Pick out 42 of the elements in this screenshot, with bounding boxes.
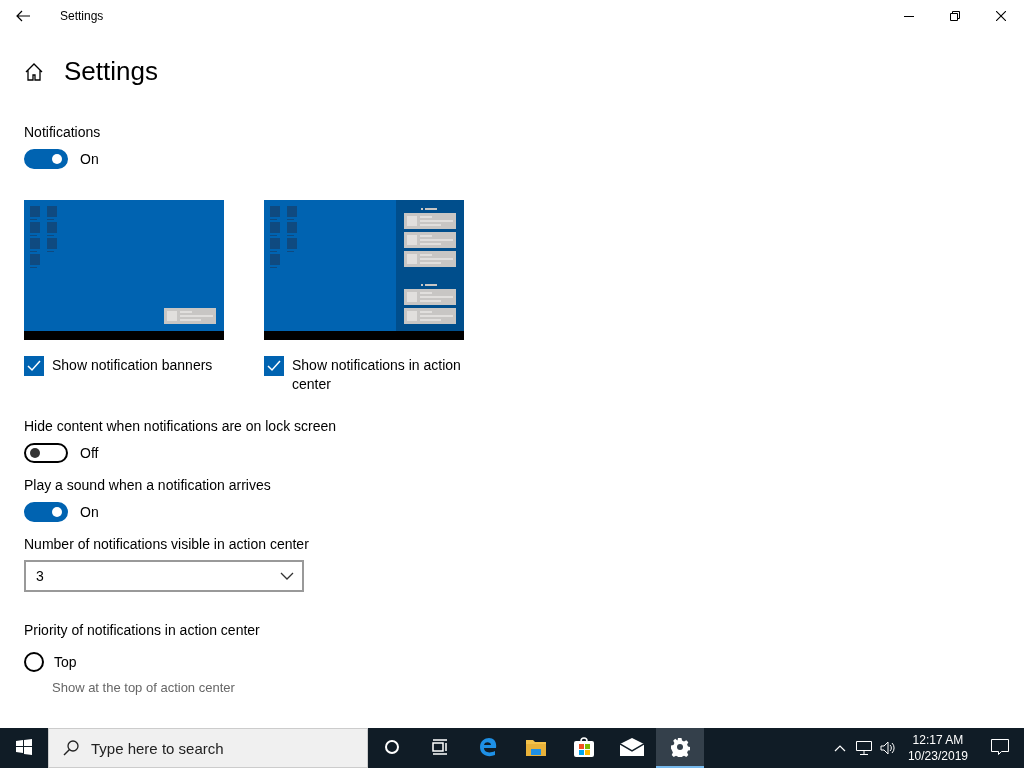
shopping-bag-icon bbox=[573, 736, 595, 758]
back-arrow-icon bbox=[16, 10, 30, 22]
count-dropdown[interactable]: 3 bbox=[24, 560, 304, 592]
window-title: Settings bbox=[60, 9, 104, 23]
browser-icon bbox=[478, 737, 498, 757]
search-icon bbox=[63, 740, 79, 756]
circle-icon bbox=[384, 739, 400, 755]
setting-label: Play a sound when a notification arrives bbox=[24, 477, 271, 493]
envelope-icon bbox=[620, 738, 644, 756]
chevron-down-icon bbox=[280, 572, 294, 580]
folder-icon bbox=[525, 737, 547, 757]
restore-icon bbox=[950, 11, 960, 21]
clock-time[interactable]: 12:17 AM bbox=[912, 732, 964, 748]
minimize-icon bbox=[904, 15, 914, 17]
search-field[interactable]: Type here to search bbox=[48, 728, 368, 768]
checkbox[interactable] bbox=[24, 356, 44, 376]
clock-date[interactable]: 10/23/2019 bbox=[907, 748, 968, 764]
toggle-state: Off bbox=[80, 445, 99, 461]
speech-bubble-icon bbox=[991, 739, 1009, 755]
task-view-icon bbox=[431, 739, 449, 755]
radio-label: Top bbox=[54, 654, 77, 670]
toggle-switch[interactable] bbox=[24, 443, 68, 463]
home-icon bbox=[24, 61, 44, 82]
setting-label: Notifications bbox=[24, 124, 101, 140]
taskbar-app[interactable] bbox=[656, 728, 704, 768]
setting-label: Hide content when notifications are on lock screen bbox=[24, 418, 337, 434]
home-button[interactable] bbox=[24, 61, 44, 82]
setting-label: Number of notifications visible in action center bbox=[24, 536, 309, 552]
radio-button[interactable] bbox=[24, 652, 44, 672]
checkbox[interactable] bbox=[264, 356, 284, 376]
page-title: Settings bbox=[64, 56, 158, 87]
toggle-state: On bbox=[80, 151, 99, 167]
toggle-switch[interactable] bbox=[24, 502, 68, 522]
toggle-state: On bbox=[80, 504, 99, 520]
windows-logo-icon bbox=[16, 739, 32, 755]
toggle-switch[interactable] bbox=[24, 149, 68, 169]
checkbox-label: Show notification banners bbox=[52, 356, 213, 375]
gear-icon bbox=[670, 737, 690, 757]
option-description: Show at the top of action center bbox=[52, 680, 235, 695]
close-icon bbox=[996, 11, 1006, 21]
setting-label: Priority of notifications in action center bbox=[24, 622, 260, 638]
checkbox-label: Show notifications in action center bbox=[292, 356, 462, 394]
